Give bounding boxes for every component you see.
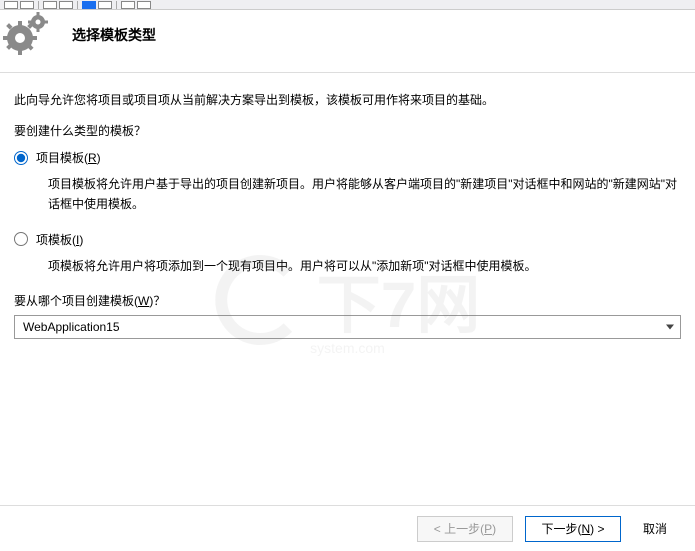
toolbar-icon xyxy=(20,1,34,9)
source-project-label: 要从哪个项目创建模板(W)？ xyxy=(14,292,681,309)
back-button: < 上一步(P) xyxy=(417,516,513,542)
radio-project-template-desc: 项目模板将允许用户基于导出的项目创建新项目。用户将能够从客户端项目的"新建项目"… xyxy=(48,174,681,215)
radio-project-template[interactable]: 项目模板(R) xyxy=(14,149,681,166)
radio-item-template[interactable]: 项模板(I) xyxy=(14,231,681,248)
toolbar-icon xyxy=(82,1,96,9)
radio-project-template-label: 项目模板(R) xyxy=(36,149,101,166)
next-button[interactable]: 下一步(N) > xyxy=(525,516,621,542)
wizard-body: 此向导允许您将项目或项目项从当前解决方案导出到模板，该模板可用作将来项目的基础。… xyxy=(0,73,695,347)
gear-icon xyxy=(4,16,52,54)
type-question: 要创建什么类型的模板？ xyxy=(14,122,681,139)
toolbar-separator xyxy=(116,1,117,9)
toolbar-separator xyxy=(38,1,39,9)
toolbar-icon xyxy=(4,1,18,9)
toolbar-separator xyxy=(77,1,78,9)
intro-text: 此向导允许您将项目或项目项从当前解决方案导出到模板，该模板可用作将来项目的基础。 xyxy=(14,91,681,108)
toolbar-icon xyxy=(43,1,57,9)
cancel-button[interactable]: 取消 xyxy=(633,516,677,542)
radio-item-template-desc: 项模板将允许用户将项添加到一个现有项目中。用户将可以从"添加新项"对话框中使用模… xyxy=(48,256,681,276)
wizard-header: 选择模板类型 xyxy=(0,10,695,73)
radio-item-template-input[interactable] xyxy=(14,232,28,246)
toolbar-remnant xyxy=(0,0,695,10)
toolbar-icon xyxy=(121,1,135,9)
toolbar-icon xyxy=(137,1,151,9)
wizard-footer: < 上一步(P) 下一步(N) > 取消 xyxy=(0,505,695,551)
wizard-title: 选择模板类型 xyxy=(72,25,156,45)
toolbar-icon xyxy=(98,1,112,9)
radio-item-template-label: 项模板(I) xyxy=(36,231,83,248)
toolbar-icon xyxy=(59,1,73,9)
radio-project-template-input[interactable] xyxy=(14,151,28,165)
empty-area xyxy=(0,320,695,505)
